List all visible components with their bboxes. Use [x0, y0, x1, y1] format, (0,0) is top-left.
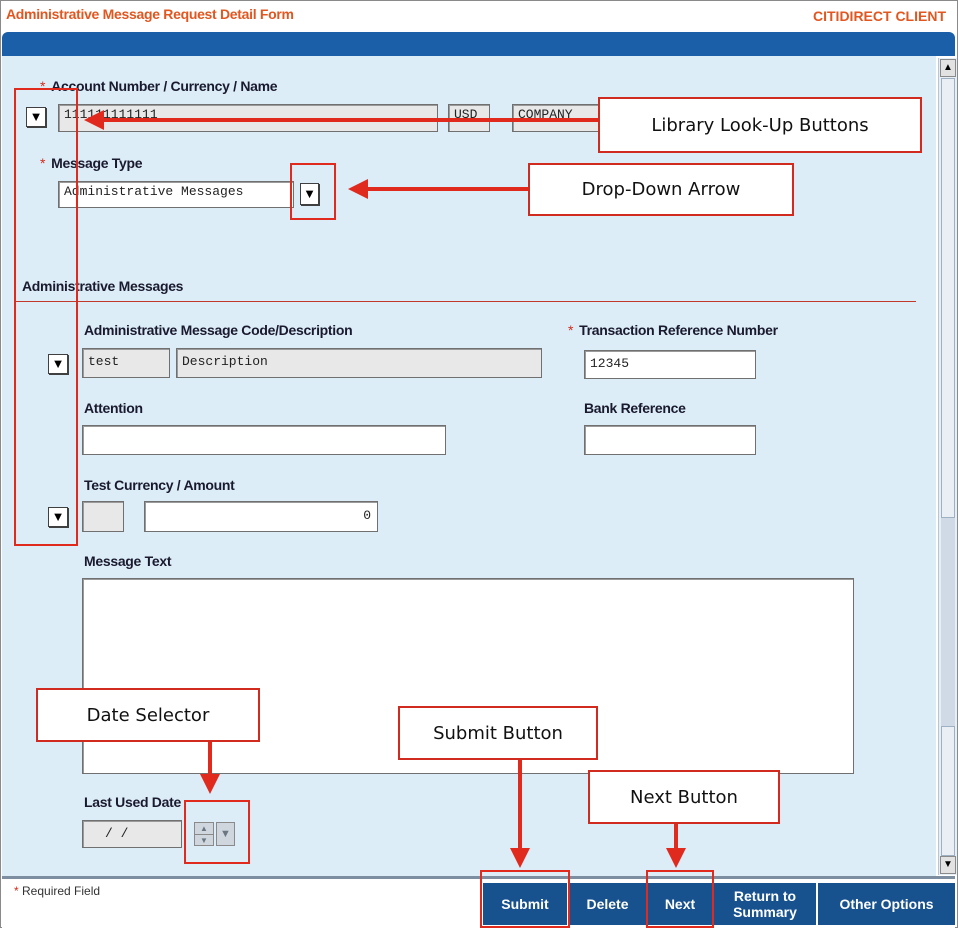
library-lookup-callout: Library Look-Up Buttons [598, 97, 922, 153]
date-selector-callout: Date Selector [36, 688, 260, 742]
dropdown-arrow-callout: Drop-Down Arrow [528, 163, 794, 216]
submit-button-callout: Submit Button [398, 706, 598, 760]
next-button-callout: Next Button [588, 770, 780, 824]
